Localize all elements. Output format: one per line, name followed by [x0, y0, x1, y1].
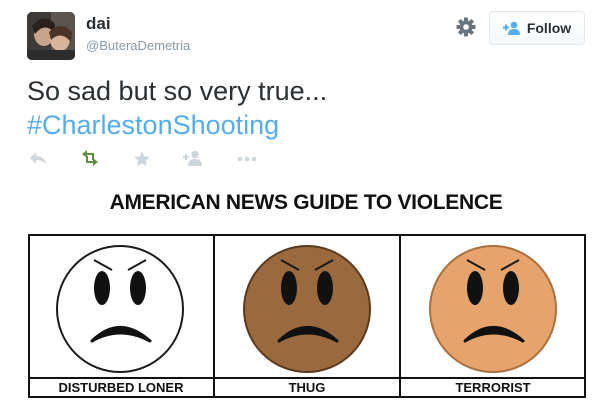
star-icon[interactable]	[133, 150, 151, 173]
gear-icon[interactable]	[455, 16, 477, 38]
tweet-text: So sad but so very true...	[27, 76, 328, 106]
face-disturbed-loner	[56, 245, 184, 373]
hashtag-link[interactable]: #CharlestonShooting	[27, 108, 279, 142]
reply-icon[interactable]	[29, 150, 47, 171]
retweet-icon[interactable]	[79, 150, 101, 171]
more-icon[interactable]	[237, 150, 257, 171]
face-thug	[243, 245, 371, 373]
follow-label: Follow	[526, 20, 572, 36]
cartoon-panels: DISTURBED LONER THUG TERRORIST	[28, 234, 586, 398]
add-user-icon[interactable]	[183, 150, 203, 171]
panel-grid	[28, 234, 586, 398]
face-terrorist	[429, 245, 557, 373]
panel-label-thug: THUG	[288, 380, 326, 395]
avatar[interactable]	[27, 12, 75, 60]
follow-button[interactable]: Follow	[489, 11, 585, 45]
panel-label-disturbed-loner: DISTURBED LONER	[58, 380, 184, 395]
add-user-icon	[502, 21, 520, 35]
cartoon-title: AMERICAN NEWS GUIDE TO VIOLENCE	[109, 191, 503, 214]
display-name[interactable]: dai	[86, 14, 111, 34]
attached-image[interactable]: AMERICAN NEWS GUIDE TO VIOLENCE DISTURBE…	[0, 178, 612, 416]
avatar-photo	[27, 12, 75, 60]
user-handle[interactable]: @ButeraDemetria	[86, 38, 190, 53]
panel-label-terrorist: TERRORIST	[455, 380, 531, 395]
